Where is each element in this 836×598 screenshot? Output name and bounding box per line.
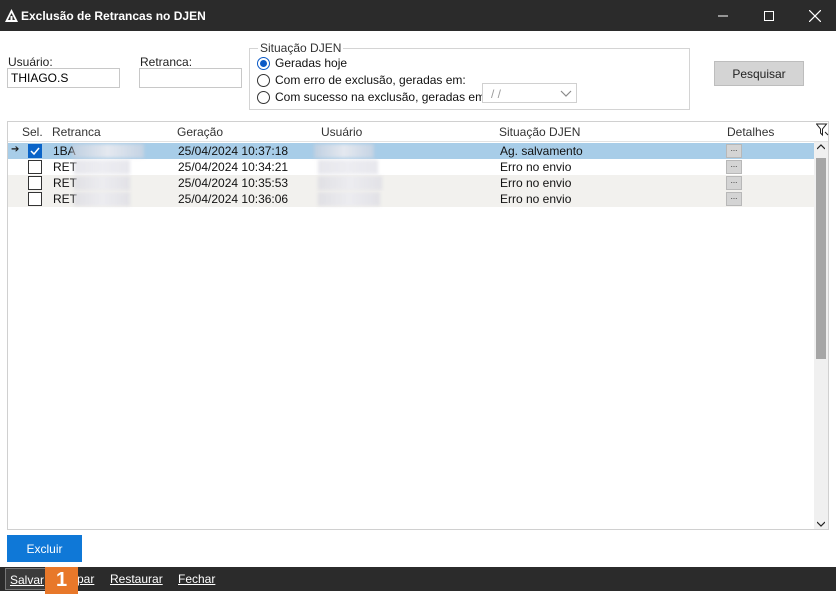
radio-checked-icon [257,56,270,70]
column-header-geracao[interactable]: Geração [177,125,223,139]
minimize-button[interactable] [700,0,746,31]
radio-unchecked-icon [257,73,270,87]
retrancas-grid: Sel. Retranca Geração Usuário Situação D… [7,121,829,530]
search-button[interactable]: Pesquisar [714,61,804,86]
redacted-usuario [318,192,380,206]
minimize-icon [718,15,728,16]
details-button[interactable]: ... [726,160,742,174]
scrollbar-thumb[interactable] [816,158,826,359]
radio-label: Geradas hoje [275,56,348,70]
date-value: / / [491,87,502,101]
maximize-button[interactable] [746,0,792,31]
close-icon [809,9,821,22]
column-header-situacao[interactable]: Situação DJEN [499,125,580,139]
radio-com-erro[interactable]: Com erro de exclusão, geradas em: [257,73,466,87]
redacted-usuario [318,160,378,174]
fechar-button[interactable]: Fechar [178,572,215,586]
table-row[interactable]: RET 25/04/2024 10:35:53 Erro no envio ..… [8,175,814,191]
redacted-retranca [74,160,130,174]
salvar-button-frame[interactable]: Salvar [5,568,47,590]
limpar-button[interactable]: par [77,572,94,586]
row-pointer-icon: ➔ [11,144,20,155]
table-row[interactable]: RET 25/04/2024 10:34:21 Erro no envio ..… [8,159,814,175]
radio-label: Com erro de exclusão, geradas em: [275,73,466,87]
radio-unchecked-icon [257,90,270,104]
redacted-retranca [72,144,144,158]
table-row[interactable]: ➔ 1BA 25/04/2024 10:37:18 Ag. salvamento… [8,143,814,159]
cell-geracao: 25/04/2024 10:35:53 [178,176,289,190]
grid-header: Sel. Retranca Geração Usuário Situação D… [8,122,829,142]
column-header-usuario[interactable]: Usuário [321,125,362,139]
usuario-label: Usuário: [8,55,53,69]
window-title: Exclusão de Retrancas no DJEN [21,9,206,23]
column-header-sel[interactable]: Sel. [22,125,43,139]
vertical-scrollbar[interactable] [814,142,828,529]
row-checkbox[interactable] [28,192,42,206]
app-logo-icon [5,9,18,22]
scroll-down-icon[interactable] [817,521,825,527]
cell-situacao: Ag. salvamento [500,144,583,158]
situacao-djen-legend: Situação DJEN [258,41,344,55]
salvar-button[interactable]: Salvar [10,573,44,587]
cell-situacao: Erro no envio [500,192,572,206]
radio-com-sucesso[interactable]: Com sucesso na exclusão, geradas em: [257,90,488,104]
details-button[interactable]: ... [726,192,742,206]
excluir-button[interactable]: Excluir [7,535,82,562]
cell-geracao: 25/04/2024 10:36:06 [178,192,289,206]
restaurar-button[interactable]: Restaurar [110,572,163,586]
column-header-detalhes[interactable]: Detalhes [727,125,774,139]
radio-label: Com sucesso na exclusão, geradas em: [275,90,489,104]
scroll-up-icon[interactable] [817,144,825,150]
cell-geracao: 25/04/2024 10:37:18 [178,144,289,158]
table-row[interactable]: RET 25/04/2024 10:36:06 Erro no envio ..… [8,191,814,207]
close-button[interactable] [792,0,836,31]
usuario-input[interactable] [7,68,120,88]
row-checkbox[interactable] [28,160,42,174]
column-header-retranca[interactable]: Retranca [52,125,101,139]
date-picker[interactable]: / / [482,83,577,103]
maximize-icon [764,10,774,21]
retranca-input[interactable] [139,68,242,88]
cell-situacao: Erro no envio [500,160,572,174]
redacted-usuario [314,144,374,158]
bottom-action-bar: Salvar par Restaurar Fechar [0,567,836,591]
redacted-retranca [74,192,130,206]
retranca-label: Retranca: [140,55,193,69]
chevron-down-icon [560,90,572,97]
step-number-badge: 1 [45,567,78,594]
cell-situacao: Erro no envio [500,176,572,190]
redacted-usuario [318,176,382,190]
checkmark-icon [30,147,40,156]
title-bar: Exclusão de Retrancas no DJEN [0,0,836,31]
details-button[interactable]: ... [726,144,742,158]
details-button[interactable]: ... [726,176,742,190]
filter-icon[interactable] [816,123,829,137]
row-checkbox[interactable] [28,144,42,158]
row-checkbox[interactable] [28,176,42,190]
redacted-retranca [74,176,130,190]
radio-geradas-hoje[interactable]: Geradas hoje [257,56,347,70]
cell-geracao: 25/04/2024 10:34:21 [178,160,289,174]
